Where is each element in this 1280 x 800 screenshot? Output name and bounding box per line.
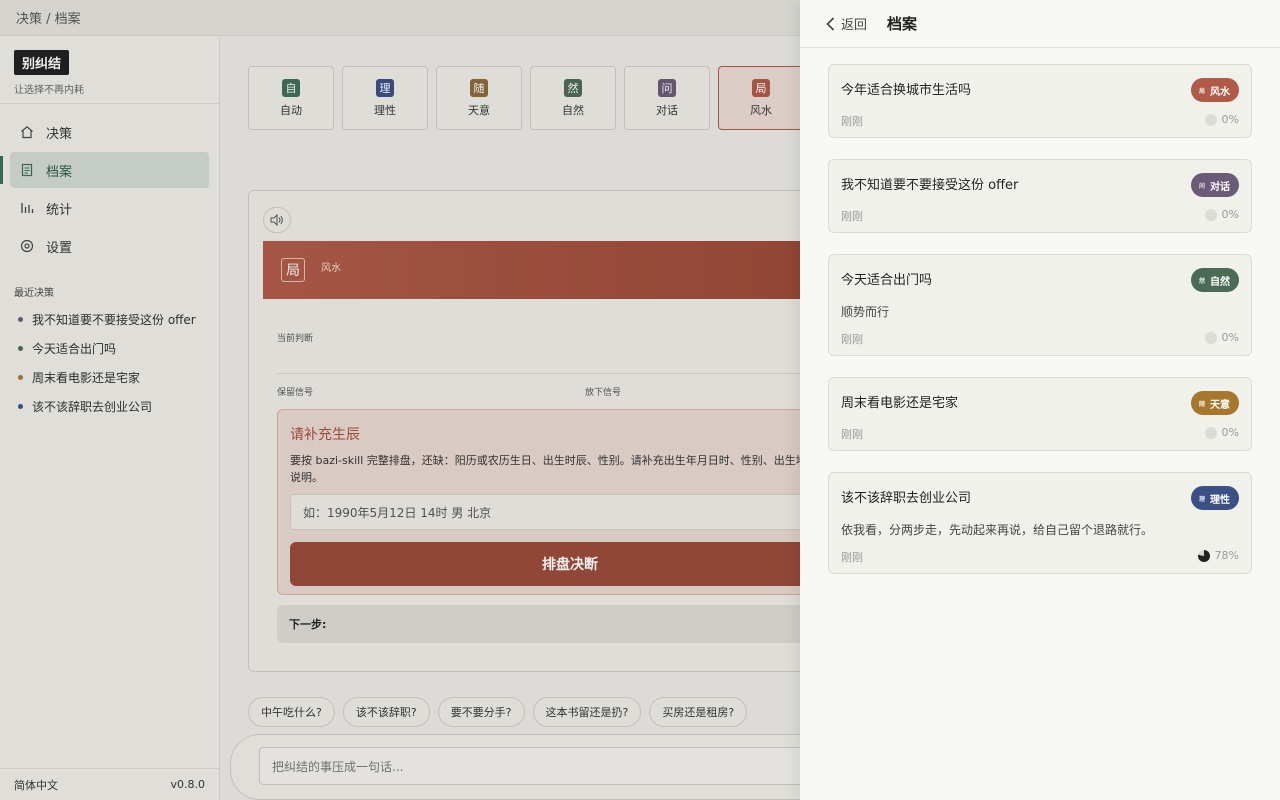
drawer-header: 返回 档案 [800, 0, 1280, 48]
progress-pie [1204, 208, 1217, 221]
archive-entry[interactable]: 我不知道要不要接受这份 offer 问对话 刚刚 0% [828, 159, 1252, 233]
entry-title: 今天适合出门吗 [841, 273, 933, 288]
badge-label: 自然 [1210, 276, 1230, 288]
entry-progress: 0% [1204, 113, 1239, 126]
mode-badge: 问对话 [1190, 173, 1239, 197]
badge-label: 风水 [1210, 86, 1230, 98]
progress-pie [1204, 331, 1217, 344]
archive-entry[interactable]: 今年适合换城市生活吗 局风水 刚刚 0% [828, 64, 1252, 138]
entry-summary: 顺势而行 [841, 305, 890, 319]
entry-progress: 0% [1204, 208, 1239, 221]
mode-badge: 然自然 [1190, 268, 1239, 292]
badge-label: 天意 [1210, 399, 1230, 411]
progress-label: 0% [1221, 331, 1239, 344]
progress-pie [1204, 113, 1217, 126]
badge-glyph: 局 [1198, 87, 1205, 95]
archive-drawer: 返回 档案 今年适合换城市生活吗 局风水 刚刚 0% 我不知道要不要接受这份 o… [800, 0, 1280, 800]
entry-title: 周末看电影还是宅家 [841, 396, 959, 411]
progress-pie [1204, 426, 1217, 439]
entry-time: 刚刚 [841, 551, 863, 564]
badge-glyph: 问 [1198, 182, 1205, 190]
mode-badge: 局风水 [1190, 78, 1239, 102]
mode-badge: 随天意 [1190, 391, 1239, 415]
progress-pie [1197, 549, 1210, 562]
badge-glyph: 随 [1198, 400, 1205, 408]
chevron-left-icon [826, 16, 835, 31]
entry-title: 该不该辞职去创业公司 [841, 491, 972, 506]
badge-glyph: 然 [1198, 277, 1205, 285]
archive-entry[interactable]: 今天适合出门吗 然自然 顺势而行 刚刚 0% [828, 254, 1252, 356]
badge-glyph: 理 [1198, 495, 1205, 503]
back-label: 返回 [841, 18, 868, 33]
entry-time: 刚刚 [841, 210, 863, 223]
archive-entry[interactable]: 该不该辞职去创业公司 理理性 依我看，分两步走，先动起来再说，给自己留个退路就行… [828, 472, 1252, 574]
entry-progress: 0% [1204, 426, 1239, 439]
entry-title: 今年适合换城市生活吗 [841, 83, 972, 98]
mode-badge: 理理性 [1190, 486, 1239, 510]
progress-label: 0% [1221, 208, 1239, 221]
progress-label: 0% [1221, 426, 1239, 439]
entry-summary: 依我看，分两步走，先动起来再说，给自己留个退路就行。 [841, 523, 1154, 537]
entry-time: 刚刚 [841, 428, 863, 441]
progress-label: 0% [1221, 113, 1239, 126]
entry-title: 我不知道要不要接受这份 offer [841, 178, 1019, 193]
entry-time: 刚刚 [841, 333, 863, 346]
badge-label: 对话 [1210, 181, 1230, 193]
entry-time: 刚刚 [841, 115, 863, 128]
entry-progress: 0% [1204, 331, 1239, 344]
drawer-title: 档案 [887, 15, 918, 33]
badge-label: 理性 [1210, 494, 1230, 506]
progress-label: 78% [1214, 549, 1239, 562]
entry-progress: 78% [1197, 549, 1239, 562]
archive-entry[interactable]: 周末看电影还是宅家 随天意 刚刚 0% [828, 377, 1252, 451]
back-button[interactable]: 返回 [826, 14, 867, 33]
